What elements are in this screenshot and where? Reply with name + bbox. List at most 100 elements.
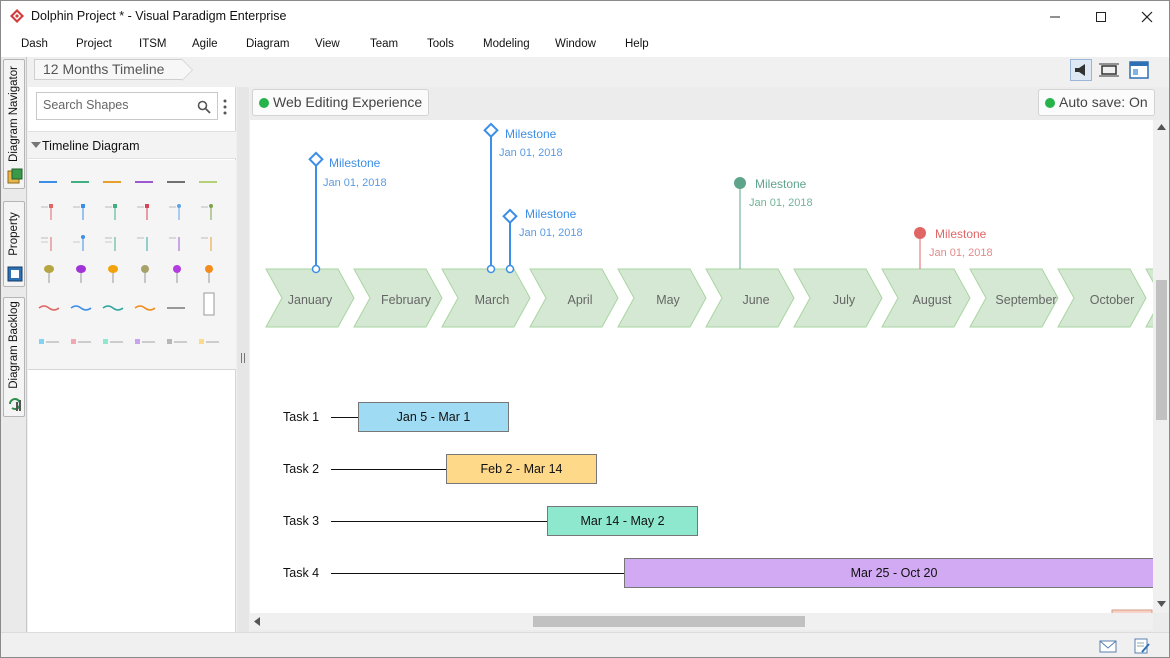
- milestone-4[interactable]: [734, 177, 746, 269]
- search-icon[interactable]: [197, 100, 211, 114]
- shape-pin-green-alt[interactable]: [101, 233, 125, 253]
- mail-icon[interactable]: [1099, 638, 1117, 654]
- fit-view-button[interactable]: [1098, 59, 1120, 81]
- menu-dash[interactable]: Dash: [21, 38, 48, 50]
- tab-diagram-backlog[interactable]: Diagram Backlog: [3, 297, 25, 417]
- milestone-3[interactable]: [502, 208, 518, 274]
- shape-line-green[interactable]: [69, 172, 93, 192]
- milestone-5-date: Jan 01, 2018: [929, 247, 993, 259]
- vertical-scroll-thumb[interactable]: [1156, 280, 1167, 420]
- month-label-february: February: [380, 293, 432, 307]
- task-3-bar[interactable]: Mar 14 - May 2: [547, 506, 698, 536]
- megaphone-button[interactable]: [1070, 59, 1092, 81]
- diagram-canvas[interactable]: January February March April May June Ju…: [250, 120, 1153, 613]
- shape-lollipop-olive[interactable]: [37, 264, 61, 284]
- menu-tools[interactable]: Tools: [427, 38, 454, 50]
- shape-legend-gray[interactable]: [165, 332, 189, 352]
- menu-window[interactable]: Window: [555, 38, 596, 50]
- task-2-bar[interactable]: Feb 2 - Mar 14: [446, 454, 597, 484]
- task-4-connector: [331, 573, 624, 574]
- menu-modeling[interactable]: Modeling: [483, 38, 530, 50]
- shape-pin-teal-alt[interactable]: [133, 233, 157, 253]
- milestone-3-title: Milestone: [525, 207, 577, 221]
- timeline-graphics: [265, 122, 1153, 613]
- shape-pin-blue-alt[interactable]: [69, 233, 93, 253]
- shape-pin-crimson[interactable]: [133, 202, 157, 222]
- menu-help[interactable]: Help: [625, 38, 649, 50]
- shape-line-gray[interactable]: [165, 298, 189, 318]
- menu-project[interactable]: Project: [76, 38, 112, 50]
- menu-agile[interactable]: Agile: [192, 38, 218, 50]
- menu-diagram[interactable]: Diagram: [246, 38, 289, 50]
- scroll-up-icon[interactable]: [1157, 124, 1166, 130]
- shape-rectangle[interactable]: [197, 292, 221, 318]
- shape-wave-red[interactable]: [37, 298, 61, 318]
- shape-line-dark[interactable]: [165, 172, 189, 192]
- vertical-scrollbar[interactable]: [1153, 120, 1169, 613]
- shape-line-purple[interactable]: [133, 172, 157, 192]
- shape-wave-orange[interactable]: [133, 298, 157, 318]
- milestone-5[interactable]: [914, 227, 926, 269]
- shape-lollipop-purple[interactable]: [165, 264, 189, 284]
- horizontal-scroll-thumb[interactable]: [533, 616, 805, 627]
- web-editing-status[interactable]: Web Editing Experience: [252, 89, 430, 116]
- tab-diagram-navigator[interactable]: Diagram Navigator: [3, 59, 25, 189]
- shape-legend-yellow[interactable]: [197, 332, 221, 352]
- scroll-down-icon[interactable]: [1157, 601, 1166, 607]
- close-button[interactable]: [1124, 1, 1169, 33]
- shape-lollipop-violet[interactable]: [69, 264, 93, 284]
- shape-pin-olive[interactable]: [197, 202, 221, 222]
- task-1-bar[interactable]: Jan 5 - Mar 1: [358, 402, 509, 432]
- milestone-1[interactable]: [308, 151, 324, 274]
- panel-splitter[interactable]: [237, 87, 249, 632]
- diagram-backlog-icon: [9, 398, 21, 411]
- shape-pin-green[interactable]: [101, 202, 125, 222]
- month-label-october: October: [1089, 293, 1135, 307]
- kebab-menu-icon[interactable]: [223, 99, 227, 115]
- shape-line-lime[interactable]: [197, 172, 221, 192]
- shape-pin-sky[interactable]: [165, 202, 189, 222]
- horizontal-scrollbar[interactable]: [250, 613, 1153, 630]
- scroll-left-icon[interactable]: [254, 617, 260, 626]
- menu-itsm[interactable]: ITSM: [139, 38, 166, 50]
- shape-wave-blue[interactable]: [69, 298, 93, 318]
- auto-save-status[interactable]: Auto save: On: [1038, 89, 1155, 116]
- shape-lollipop-khaki[interactable]: [133, 264, 157, 284]
- shape-line-blue[interactable]: [37, 172, 61, 192]
- shape-panel: Timeline Diagram: [28, 87, 236, 632]
- maximize-button[interactable]: [1078, 1, 1124, 33]
- diagram-navigator-icon: [7, 168, 23, 184]
- month-label-january: January: [287, 293, 333, 307]
- timeline-diagram-section[interactable]: Timeline Diagram: [28, 131, 236, 159]
- breadcrumb[interactable]: 12 Months Timeline: [34, 59, 194, 81]
- menu-view[interactable]: View: [315, 38, 340, 50]
- shape-legend-pink[interactable]: [69, 332, 93, 352]
- auto-save-label: Auto save: On: [1059, 94, 1148, 110]
- title-bar: Dolphin Project * - Visual Paradigm Ente…: [1, 1, 1169, 33]
- shape-lollipop-amber[interactable]: [101, 264, 125, 284]
- tab-property[interactable]: Property: [3, 201, 25, 287]
- search-shapes-input[interactable]: [43, 98, 193, 112]
- shape-legend-mint[interactable]: [101, 332, 125, 352]
- task-4-label: Task 4: [283, 566, 320, 580]
- shape-line-orange[interactable]: [101, 172, 125, 192]
- shape-lollipop-orange[interactable]: [197, 264, 221, 284]
- search-shapes-box: [36, 92, 218, 120]
- shape-pin-blue[interactable]: [69, 202, 93, 222]
- property-icon: [7, 266, 23, 282]
- menu-team[interactable]: Team: [370, 38, 398, 50]
- shape-legend-cyan[interactable]: [37, 332, 61, 352]
- milestone-2[interactable]: [483, 122, 499, 274]
- shape-wave-teal[interactable]: [101, 298, 125, 318]
- fit-view-icon: [1099, 63, 1119, 77]
- shape-pin-red-alt[interactable]: [37, 233, 61, 253]
- shape-pin-orange-alt[interactable]: [197, 233, 221, 253]
- shape-pin-purple-alt[interactable]: [165, 233, 189, 253]
- layout-button[interactable]: [1128, 59, 1150, 81]
- status-bar: [1, 632, 1169, 657]
- document-edit-icon[interactable]: [1133, 638, 1151, 654]
- shape-legend-lilac[interactable]: [133, 332, 157, 352]
- minimize-button[interactable]: [1032, 1, 1078, 33]
- task-4-bar[interactable]: Mar 25 - Oct 20: [624, 558, 1153, 588]
- shape-pin-red[interactable]: [37, 202, 61, 222]
